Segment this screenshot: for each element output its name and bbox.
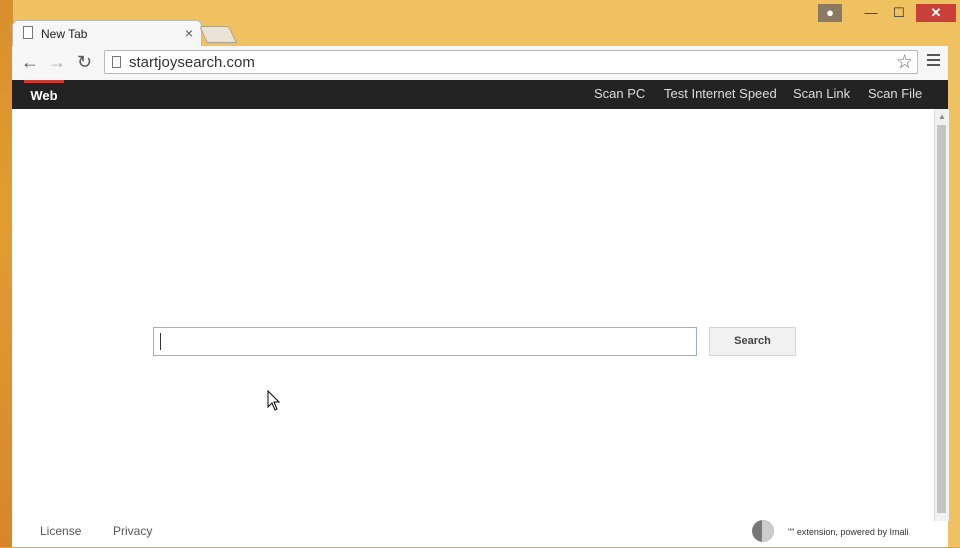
close-window-button[interactable]: ✕	[916, 4, 956, 22]
footer-link-license[interactable]: License	[40, 524, 81, 538]
powered-by-text: "" extension, powered by Imali	[788, 527, 909, 537]
site-navbar: Web Scan PC Test Internet Speed Scan Lin…	[12, 80, 948, 109]
bookmark-star-icon[interactable]: ☆	[896, 51, 913, 74]
nav-tab-web-label: Web	[30, 88, 58, 103]
minimize-button[interactable]: —	[858, 4, 884, 22]
nav-tab-web[interactable]: Web	[24, 80, 64, 109]
powered-by-badge: "" extension, powered by Imali	[752, 520, 946, 542]
mouse-pointer-icon	[267, 390, 281, 411]
desktop-background	[0, 0, 12, 547]
browser-tab[interactable]: New Tab ×	[12, 20, 202, 46]
footer-link-privacy[interactable]: Privacy	[113, 524, 152, 538]
address-bar[interactable]: startjoysearch.com ☆	[104, 50, 918, 74]
page-icon	[112, 56, 121, 68]
extension-logo-icon	[752, 520, 774, 542]
maximize-button[interactable]: ☐	[886, 4, 912, 22]
text-caret	[160, 333, 161, 350]
browser-toolbar: ← → ↻ startjoysearch.com ☆	[12, 46, 948, 81]
scroll-up-arrow-icon[interactable]: ▲	[938, 112, 946, 121]
nav-link-scan-link[interactable]: Scan Link	[793, 86, 850, 101]
page-icon	[23, 26, 33, 39]
vertical-scrollbar[interactable]: ▲	[934, 109, 949, 521]
user-profile-icon[interactable]: ●	[818, 4, 842, 22]
nav-link-scan-pc[interactable]: Scan PC	[594, 86, 645, 101]
nav-link-scan-file[interactable]: Scan File	[868, 86, 922, 101]
forward-arrow-icon[interactable]: →	[48, 52, 66, 72]
nav-link-test-internet-speed[interactable]: Test Internet Speed	[664, 86, 777, 101]
back-arrow-icon[interactable]: ←	[21, 52, 39, 72]
scrollbar-thumb[interactable]	[937, 125, 946, 513]
page-content: Web Scan PC Test Internet Speed Scan Lin…	[12, 80, 949, 547]
watermark-text: Startjoysearch.com@MyAntiSpyware	[323, 526, 637, 547]
reload-icon[interactable]: ↻	[77, 52, 92, 72]
close-tab-icon[interactable]: ×	[185, 24, 193, 42]
search-button[interactable]: Search	[709, 327, 796, 356]
search-input[interactable]	[153, 327, 697, 356]
tab-title: New Tab	[41, 27, 88, 41]
browser-menu-icon[interactable]	[927, 54, 940, 69]
url-text[interactable]: startjoysearch.com	[129, 54, 255, 71]
